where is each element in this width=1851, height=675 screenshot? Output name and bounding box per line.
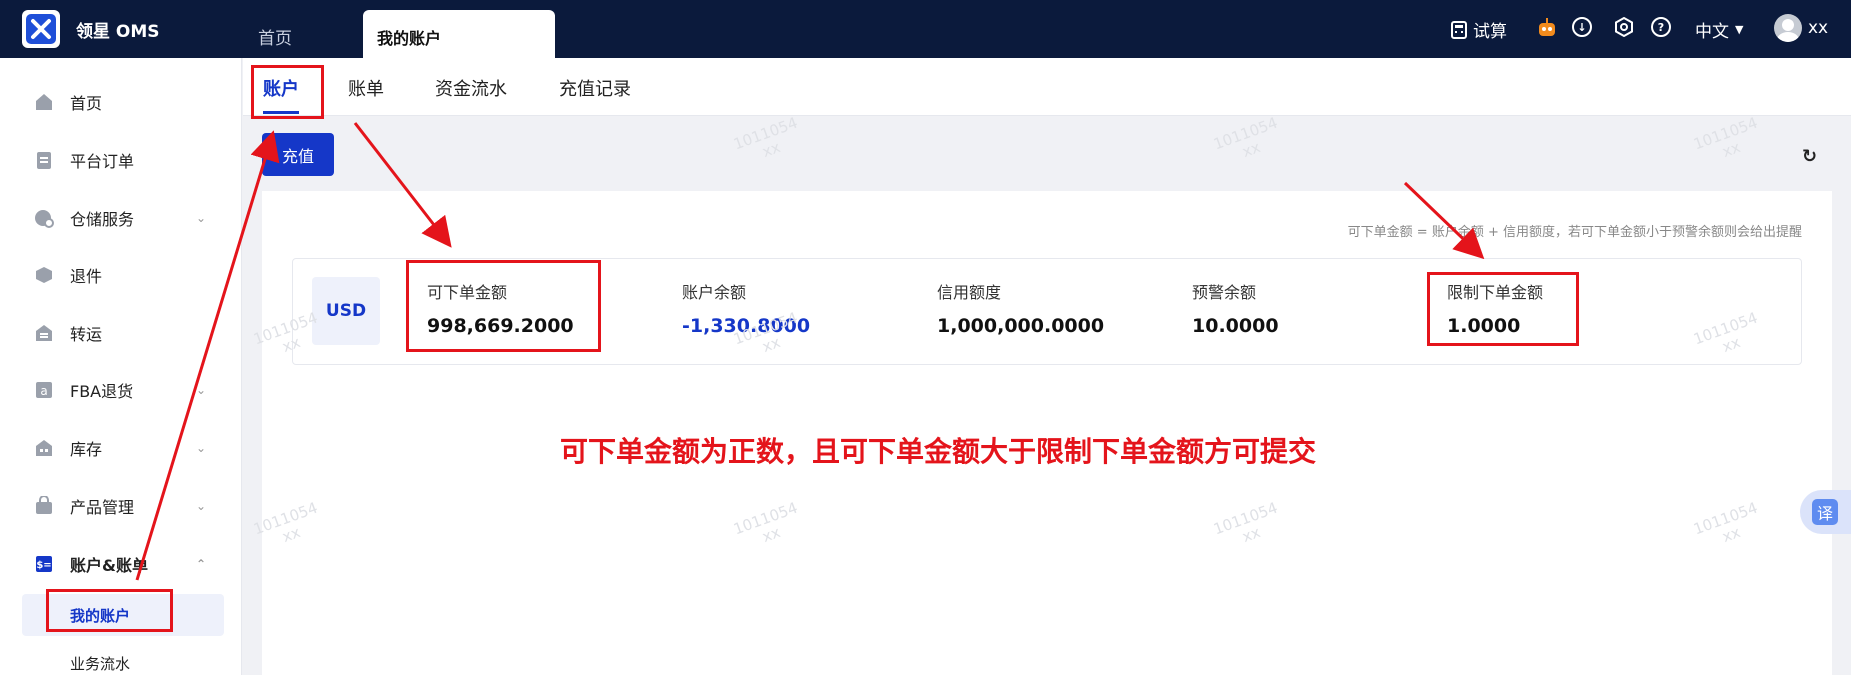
trial-calc-button[interactable]: 试算 xyxy=(1451,17,1507,42)
amazon-icon: a xyxy=(34,380,54,400)
top-tab-home[interactable]: 首页 xyxy=(258,24,292,49)
robot-icon xyxy=(1539,18,1555,36)
app-logo[interactable] xyxy=(22,10,60,48)
download-icon: ↓ xyxy=(1572,17,1592,37)
sidebar-item-label: 平台订单 xyxy=(70,152,135,171)
currency-badge: USD xyxy=(312,277,380,345)
svg-text:a: a xyxy=(40,384,47,398)
content-tab-bar: 账户 账单 资金流水 充值记录 xyxy=(243,58,1851,116)
sidebar-item-label: 库存 xyxy=(70,440,103,459)
top-tab-my-account[interactable]: 我的账户 xyxy=(363,10,555,58)
translate-button[interactable]: 译 xyxy=(1800,490,1851,534)
chevron-down-icon: ⌄ xyxy=(196,211,207,225)
settings-button[interactable] xyxy=(1614,17,1634,37)
highlight-available-amount xyxy=(406,260,601,352)
sidebar-item-label: 账户&账单 xyxy=(70,556,148,575)
svg-text:$=: $= xyxy=(36,560,51,571)
user-menu[interactable]: xx xyxy=(1774,14,1828,42)
sidebar-item-label: 产品管理 xyxy=(70,498,135,517)
chevron-down-icon: ⌄ xyxy=(196,441,207,455)
logo-icon xyxy=(26,14,56,44)
help-icon: ? xyxy=(1651,17,1671,37)
sidebar-item-fba-returns[interactable]: a FBA退货 ⌄ xyxy=(0,370,242,410)
clipboard-icon xyxy=(34,150,54,170)
sidebar-item-transfer[interactable]: 转运 xyxy=(0,313,242,353)
calculator-icon xyxy=(1451,20,1467,39)
sidebar-item-account-billing[interactable]: $= 账户&账单 ⌃ xyxy=(0,544,242,584)
sidebar-item-label: 转运 xyxy=(70,325,103,344)
chevron-down-icon: ⌄ xyxy=(196,383,207,397)
translate-icon: 译 xyxy=(1812,499,1838,525)
transfer-icon xyxy=(34,323,54,343)
trial-calc-label: 试算 xyxy=(1473,22,1507,42)
robot-button[interactable] xyxy=(1536,17,1558,39)
gear-icon xyxy=(1615,17,1633,37)
watermark: 1011054 xx xyxy=(1691,113,1760,161)
refresh-icon[interactable]: ↻ xyxy=(1802,146,1817,167)
home-icon xyxy=(34,92,54,112)
stat-value: -1,330.8000 xyxy=(682,315,811,337)
sidebar-item-products[interactable]: 产品管理 ⌄ xyxy=(0,486,242,526)
language-select[interactable]: 中文 ▼ xyxy=(1695,17,1743,42)
highlight-my-account xyxy=(46,589,173,632)
stat-credit-limit: 信用额度 1,000,000.0000 xyxy=(937,279,1104,337)
language-label: 中文 xyxy=(1695,22,1729,42)
sidebar: 首页 平台订单 仓储服务 ⌄ 退件 转运 a FBA退货 ⌄ 库存 ⌄ 产品管理… xyxy=(0,58,242,675)
chevron-up-icon: ⌃ xyxy=(196,557,207,571)
warehouse-icon xyxy=(34,208,54,228)
sidebar-item-label: 首页 xyxy=(70,94,103,113)
stat-value: 1,000,000.0000 xyxy=(937,315,1105,337)
stat-label: 账户余额 xyxy=(682,283,747,302)
balance-hint: 可下单金额 = 账户余额 + 信用额度，若可下单金额小于预警余额则会给出提醒 xyxy=(1347,225,1802,240)
stat-label: 信用额度 xyxy=(937,283,1002,302)
stat-value: 10.0000 xyxy=(1192,315,1279,337)
caret-down-icon: ▼ xyxy=(1735,23,1744,36)
help-button[interactable]: ? xyxy=(1651,17,1671,37)
chevron-down-icon: ⌄ xyxy=(196,499,207,513)
watermark: 1011054 xx xyxy=(1211,113,1280,161)
sidebar-item-platform-orders[interactable]: 平台订单 xyxy=(0,140,242,180)
stat-label: 预警余额 xyxy=(1192,283,1257,302)
top-bar: 领星 OMS 首页 我的账户 试算 ↓ ? 中文 ▼ xx xyxy=(0,0,1851,58)
inventory-icon xyxy=(34,438,54,458)
download-button[interactable]: ↓ xyxy=(1572,17,1592,37)
avatar xyxy=(1774,14,1802,42)
tab-recharge-records[interactable]: 充值记录 xyxy=(559,75,631,101)
stat-warning-balance: 预警余额 10.0000 xyxy=(1192,279,1279,337)
sidebar-item-label: 退件 xyxy=(70,267,103,286)
annotation-text: 可下单金额为正数，且可下单金额大于限制下单金额方可提交 xyxy=(560,435,1317,468)
billing-icon: $= xyxy=(34,554,54,574)
recharge-button[interactable]: 充值 xyxy=(262,133,334,176)
highlight-tab-account xyxy=(251,65,324,119)
sidebar-item-returns[interactable]: 退件 xyxy=(0,255,242,295)
user-name: xx xyxy=(1808,18,1829,38)
sidebar-item-label: 仓储服务 xyxy=(70,210,135,229)
sidebar-item-label: FBA退货 xyxy=(70,382,134,401)
sidebar-item-warehouse[interactable]: 仓储服务 ⌄ xyxy=(0,198,242,238)
sidebar-item-inventory[interactable]: 库存 ⌄ xyxy=(0,428,242,468)
app-title: 领星 OMS xyxy=(76,22,160,42)
sidebar-item-home[interactable]: 首页 xyxy=(0,82,242,122)
shopping-bag-icon xyxy=(34,496,54,516)
tab-fund-flow[interactable]: 资金流水 xyxy=(435,75,507,101)
highlight-order-limit xyxy=(1427,272,1579,346)
tab-bills[interactable]: 账单 xyxy=(348,75,384,101)
return-box-icon xyxy=(34,265,54,285)
stat-account-balance: 账户余额 -1,330.8000 xyxy=(682,279,810,337)
sidebar-subitem-business-flow[interactable]: 业务流水 xyxy=(22,642,224,675)
watermark: 1011054 xx xyxy=(731,113,800,161)
